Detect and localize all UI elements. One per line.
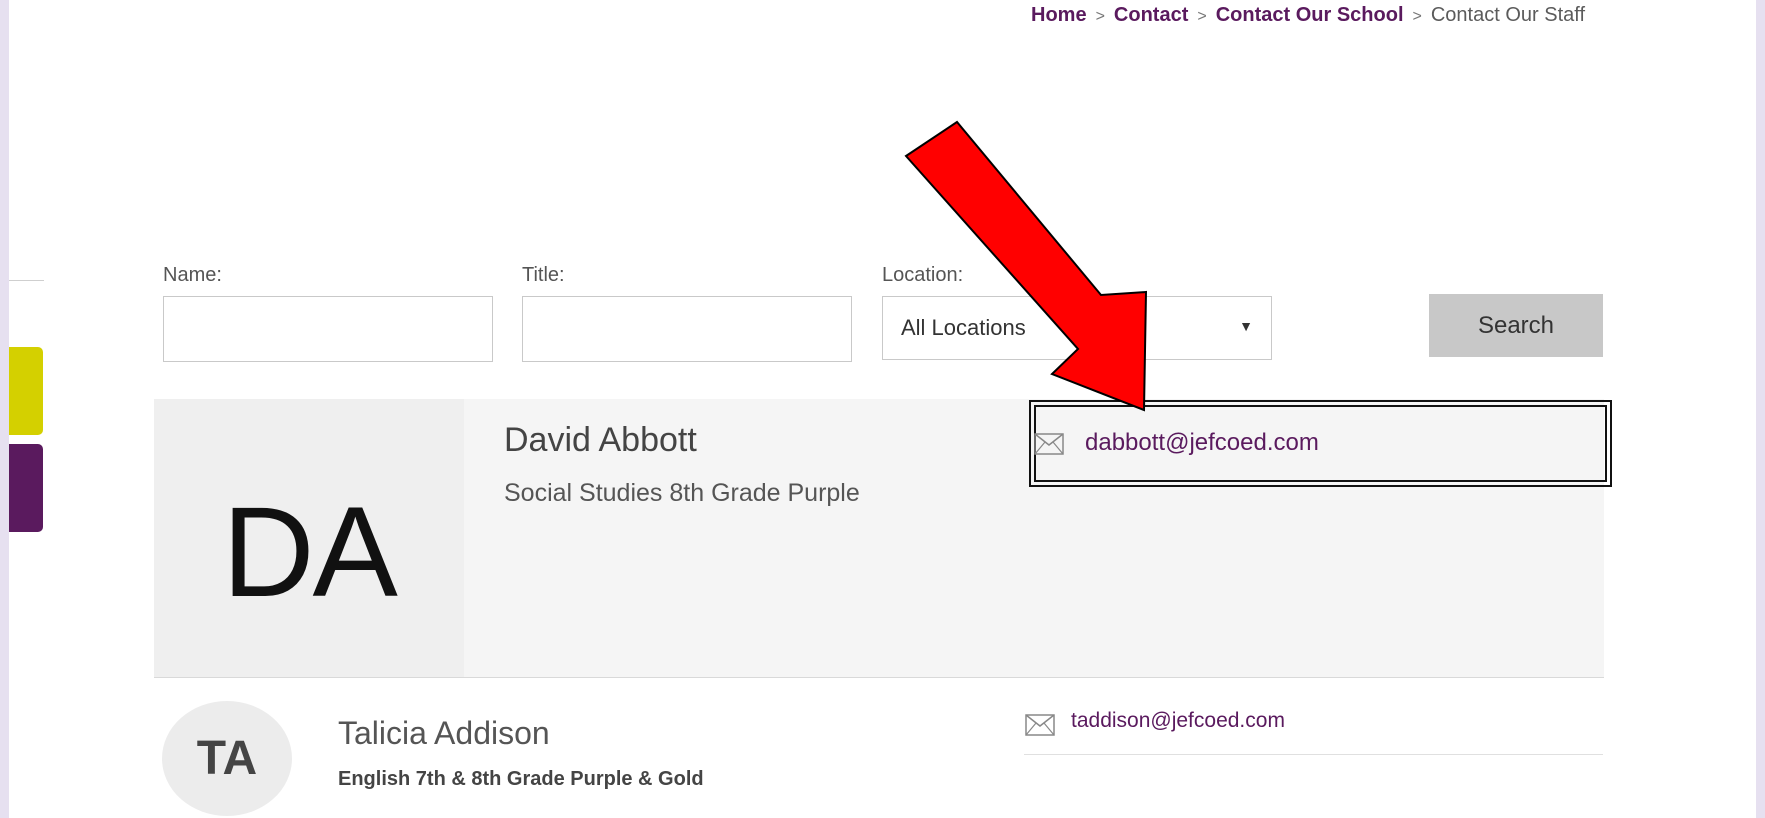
title-label: Title: [522, 264, 565, 286]
breadcrumb-contact[interactable]: Contact [1114, 4, 1188, 26]
page: Home > Contact > Contact Our School > Contact … [9, 0, 1756, 818]
staff-email-link[interactable]: dabbott@jefcoed.com [1085, 429, 1319, 457]
sidebar-divider [9, 280, 44, 281]
staff-email-link[interactable]: taddison@jefcoed.com [1071, 709, 1285, 733]
sidebar-tab-purple[interactable] [9, 444, 43, 532]
avatar: TA [162, 701, 292, 816]
breadcrumb-separator: > [1412, 8, 1422, 25]
breadcrumb-current: Contact Our Staff [1430, 4, 1586, 26]
search-button[interactable]: Search [1429, 294, 1603, 357]
breadcrumb-contact-our-school[interactable]: Contact Our School [1216, 4, 1404, 26]
sidebar-tab-gold[interactable] [9, 347, 43, 435]
divider [1024, 754, 1603, 755]
envelope-icon [1025, 714, 1055, 736]
staff-card: DA David Abbott Social Studies 8th Grade… [154, 399, 1612, 678]
staff-name: Talicia Addison [338, 715, 550, 751]
staff-name: David Abbott [504, 421, 697, 459]
name-label: Name: [163, 264, 222, 286]
breadcrumb-home[interactable]: Home [1031, 4, 1087, 26]
location-select[interactable]: All Locations ▼ [882, 296, 1272, 360]
avatar: DA [154, 399, 464, 677]
staff-title: English 7th & 8th Grade Purple & Gold [338, 768, 704, 790]
title-input[interactable] [522, 296, 852, 362]
caret-down-icon: ▼ [1239, 318, 1253, 334]
breadcrumb-separator: > [1197, 8, 1207, 25]
location-label: Location: [882, 264, 964, 286]
envelope-icon [1034, 433, 1064, 455]
staff-title: Social Studies 8th Grade Purple [504, 479, 860, 507]
location-select-value: All Locations [901, 315, 1026, 340]
breadcrumb-separator: > [1095, 8, 1105, 25]
breadcrumb: Home > Contact > Contact Our School > Contact … [1031, 4, 1585, 27]
name-input[interactable] [163, 296, 493, 362]
